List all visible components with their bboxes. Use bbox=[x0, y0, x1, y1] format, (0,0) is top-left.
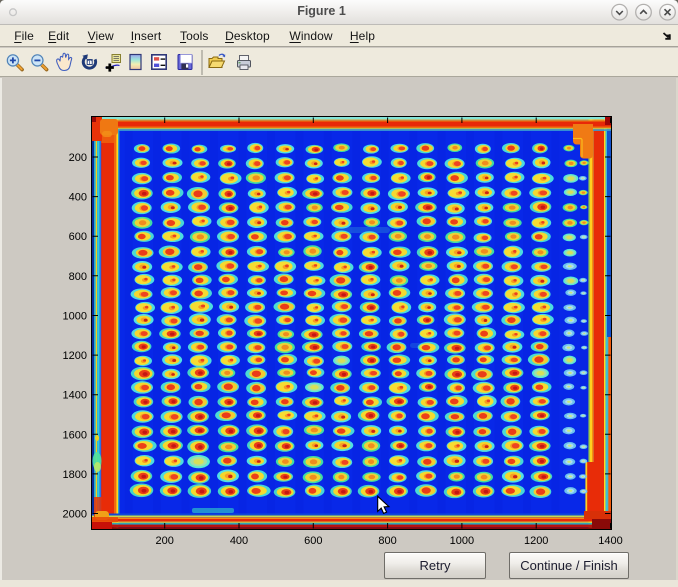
svg-text:400: 400 bbox=[230, 535, 248, 547]
svg-text:1000: 1000 bbox=[450, 535, 474, 547]
svg-text:1000: 1000 bbox=[63, 311, 87, 323]
svg-text:1400: 1400 bbox=[598, 535, 622, 547]
svg-text:800: 800 bbox=[378, 535, 396, 547]
svg-text:1800: 1800 bbox=[63, 469, 87, 481]
svg-text:1400: 1400 bbox=[63, 390, 87, 402]
svg-text:1600: 1600 bbox=[63, 429, 87, 441]
svg-text:600: 600 bbox=[304, 535, 322, 547]
svg-text:200: 200 bbox=[156, 535, 174, 547]
svg-text:200: 200 bbox=[69, 152, 87, 164]
svg-text:2000: 2000 bbox=[63, 509, 87, 521]
svg-text:600: 600 bbox=[69, 231, 87, 243]
svg-text:800: 800 bbox=[69, 271, 87, 283]
svg-text:1200: 1200 bbox=[63, 350, 87, 362]
svg-text:1200: 1200 bbox=[524, 535, 548, 547]
svg-text:400: 400 bbox=[69, 192, 87, 204]
